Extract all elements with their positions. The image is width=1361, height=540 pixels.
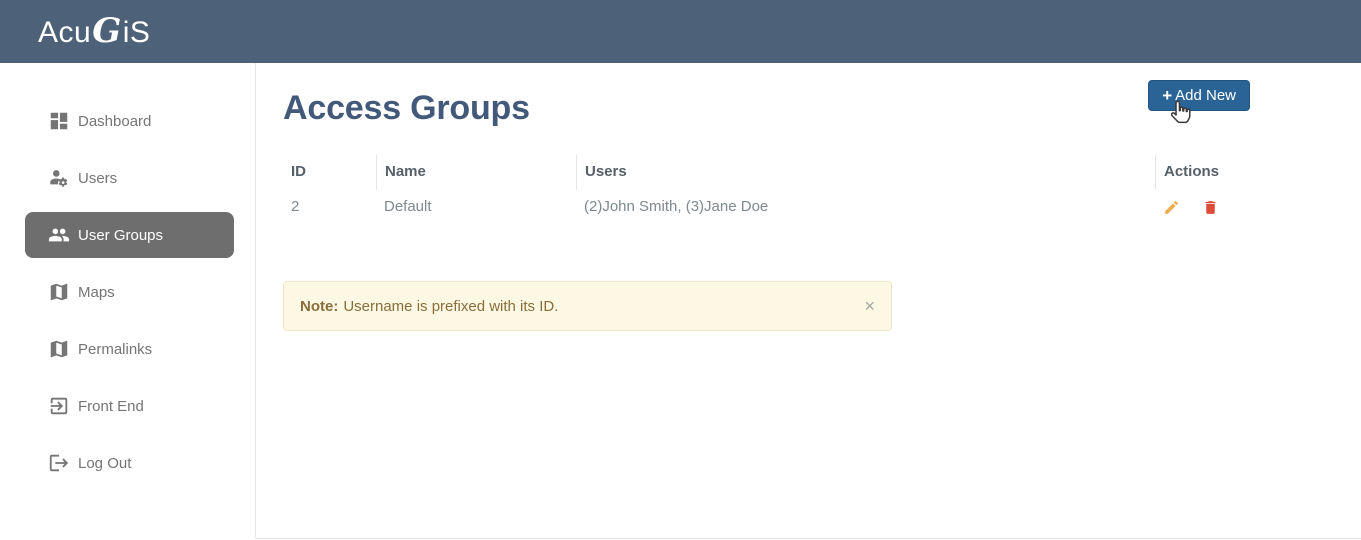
map-icon [48,338,70,360]
cell-actions [1155,190,1341,224]
sidebar-item-front-end[interactable]: Front End [25,383,234,429]
sidebar-nav: Dashboard Users User Groups Maps [0,63,256,539]
close-icon[interactable]: × [864,297,875,315]
cell-name: Default [376,190,576,224]
map-icon [48,281,70,303]
column-header-users: Users [576,155,1155,190]
logo-text-g: G [92,14,122,48]
sidebar-item-permalinks[interactable]: Permalinks [25,326,234,372]
add-new-button-label: Add New [1175,87,1236,104]
note-text: Username is prefixed with its ID. [343,298,558,315]
sidebar-item-label: Dashboard [78,113,151,130]
sidebar-item-label: Log Out [78,455,131,472]
cell-users: (2)John Smith, (3)Jane Doe [576,190,1155,224]
sidebar-item-maps[interactable]: Maps [25,269,234,315]
logout-icon [48,452,70,474]
logo-text-prefix: Acu [38,16,91,50]
access-groups-table: ID Name Users Actions 2 Default (2)John … [283,155,1341,224]
edit-pencil-icon[interactable] [1163,199,1180,216]
main-content: Access Groups + Add New ID Name Users Ac… [256,63,1361,539]
column-header-name: Name [376,155,576,190]
table-header-row: ID Name Users Actions [283,155,1341,190]
sidebar-item-label: User Groups [78,227,163,244]
table-row: 2 Default (2)John Smith, (3)Jane Doe [283,190,1341,224]
top-header: AcuGiS [0,0,1361,63]
cell-id: 2 [283,190,376,224]
delete-trash-icon[interactable] [1202,199,1219,216]
manage-accounts-icon [48,167,70,189]
sidebar-item-label: Permalinks [78,341,152,358]
dashboard-icon [48,110,70,132]
sidebar-item-dashboard[interactable]: Dashboard [25,98,234,144]
add-new-button[interactable]: + Add New [1148,80,1250,111]
column-header-id: ID [283,155,376,190]
app-window: AcuGiS Dashboard Users User G [0,0,1361,539]
sidebar-item-label: Front End [78,398,144,415]
column-header-actions: Actions [1155,155,1341,190]
plus-icon: + [1162,87,1172,104]
exit-to-app-icon [48,395,70,417]
sidebar-item-log-out[interactable]: Log Out [25,440,234,486]
sidebar-item-users[interactable]: Users [25,155,234,201]
brand-logo[interactable]: AcuGiS [38,14,150,50]
logo-text-suffix: iS [123,16,151,50]
user-group-icon [48,224,70,246]
sidebar-item-label: Maps [78,284,115,301]
sidebar-item-label: Users [78,170,117,187]
sidebar-item-user-groups[interactable]: User Groups [25,212,234,258]
note-label: Note: [300,298,338,315]
note-alert: Note: Username is prefixed with its ID. … [283,281,892,331]
